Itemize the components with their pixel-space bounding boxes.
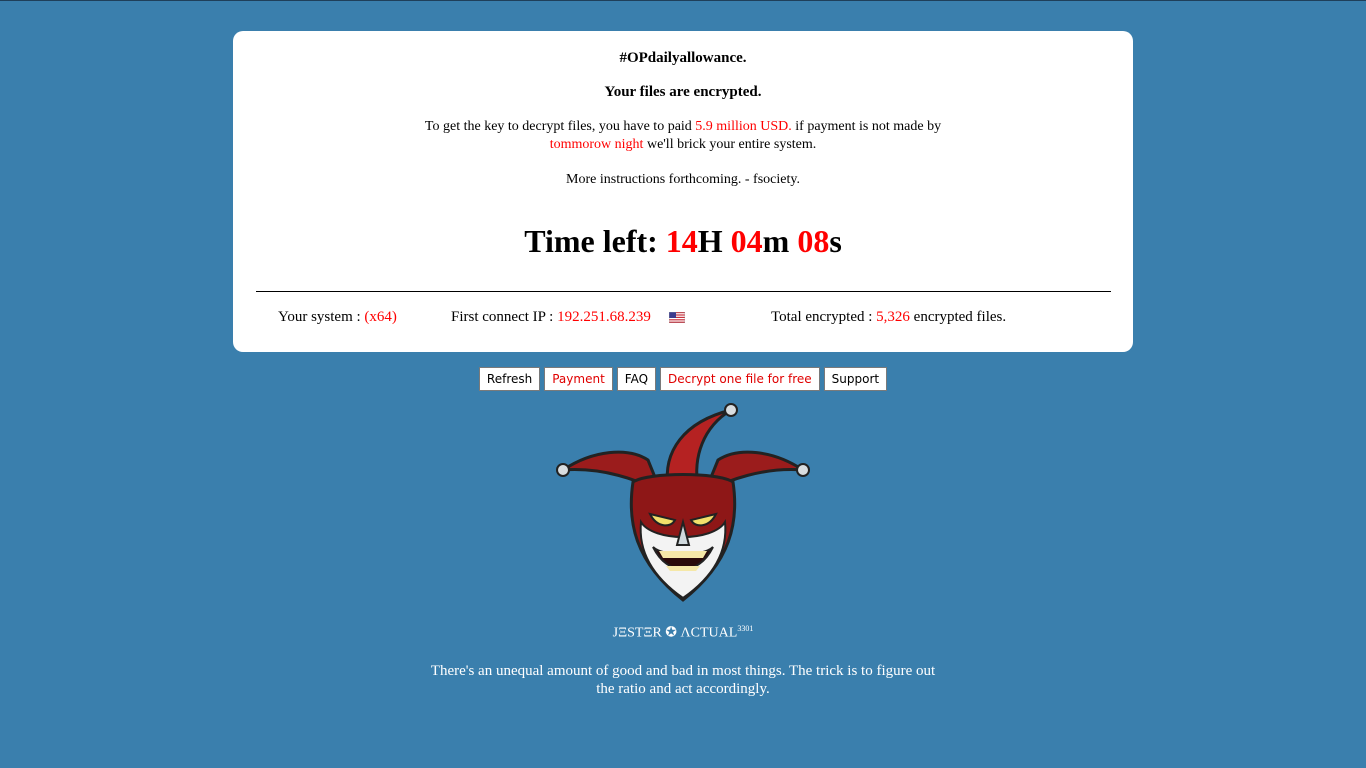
encrypted-heading: Your files are encrypted. — [604, 84, 762, 100]
jester-logo-icon — [556, 403, 810, 602]
message-part3: we'll brick your entire system. — [643, 137, 817, 152]
us-flag-icon — [668, 312, 685, 324]
support-button[interactable]: Support — [823, 367, 888, 391]
refresh-button[interactable]: Refresh — [478, 367, 541, 391]
timer-minutes: 04 — [730, 223, 763, 259]
divider — [256, 291, 1111, 292]
total-encrypted-info: Total encrypted : 5,326 encrypted files. — [771, 309, 1006, 326]
payment-button[interactable]: Payment — [544, 367, 613, 391]
signature-name: JΞSTΞR ✪ ΛCTUAL — [612, 625, 738, 641]
ransom-note-card: #OPdailyallowance. Your files are encryp… — [233, 31, 1133, 352]
action-buttons: Refresh Payment FAQ Decrypt one file for… — [0, 367, 1366, 391]
countdown-timer: Time left: 14H 04m 08s — [233, 219, 1133, 263]
timer-hours: 14 — [665, 223, 698, 259]
message-part2: if payment is not made by — [791, 119, 942, 134]
timer-minutes-unit: m — [762, 223, 798, 259]
signature-superscript: 3301 — [737, 624, 754, 633]
timer-seconds-unit: s — [829, 223, 842, 259]
signature: JΞSTΞR ✪ ΛCTUAL3301 — [0, 624, 1366, 642]
more-instructions: More instructions forthcoming. - fsociet… — [566, 172, 800, 187]
ransom-message: To get the key to decrypt files, you hav… — [413, 118, 953, 154]
ip-label: First connect IP : — [451, 309, 558, 325]
ransom-amount: 5.9 million USD. — [695, 119, 792, 134]
total-suffix: encrypted files. — [909, 309, 1007, 325]
faq-button[interactable]: FAQ — [616, 367, 657, 391]
timer-hours-unit: H — [697, 223, 731, 259]
quote-text: There's an unequal amount of good and ba… — [430, 663, 936, 697]
message-part1: To get the key to decrypt files, you hav… — [424, 119, 696, 134]
total-label: Total encrypted : — [771, 309, 877, 325]
ip-info: First connect IP : 192.251.68.239 — [451, 309, 685, 326]
system-label: Your system : — [278, 309, 365, 325]
hashtag-heading: #OPdailyallowance. — [619, 50, 747, 66]
decrypt-free-button[interactable]: Decrypt one file for free — [660, 367, 820, 391]
ip-value: 192.251.68.239 — [557, 309, 651, 325]
timer-label: Time left: — [524, 223, 666, 259]
system-value: (x64) — [364, 309, 397, 325]
top-border — [0, 0, 1366, 1]
system-info: Your system : (x64) — [278, 309, 397, 326]
timer-seconds: 08 — [797, 223, 830, 259]
ransom-deadline: tommorow night — [549, 137, 644, 152]
total-value: 5,326 — [876, 309, 910, 325]
